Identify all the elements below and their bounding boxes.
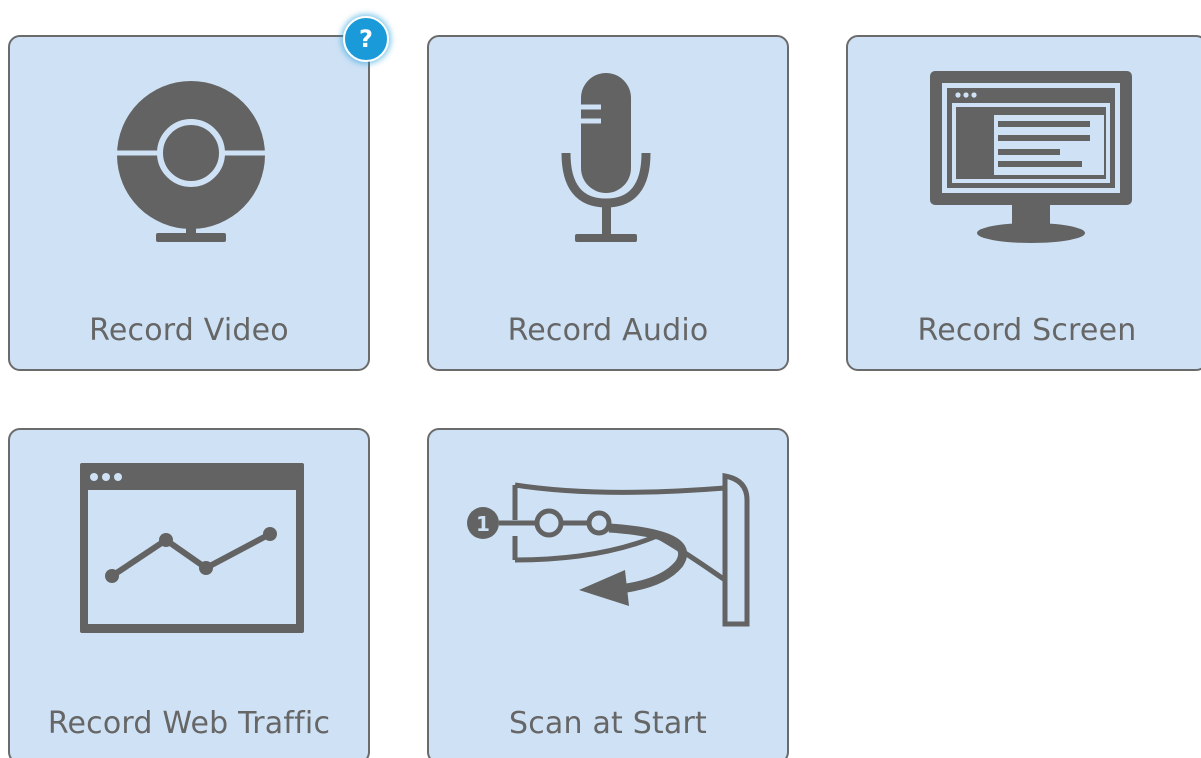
recording-options-panel: Record Video Record Audio Record Screen … [0, 0, 1201, 758]
scan-at-start-label: Scan at Start [508, 706, 708, 741]
record-video-label: Record Video [89, 313, 289, 348]
record-video-tile[interactable]: Record Video [8, 35, 370, 371]
record-audio-tile[interactable]: Record Audio [427, 35, 789, 371]
record-screen-label: Record Screen [917, 313, 1137, 348]
scan-at-start-tile[interactable]: 1 Scan at Start [427, 428, 789, 758]
scan-flow-icon: 1 [467, 473, 750, 627]
microphone-icon [561, 73, 651, 242]
monitor-icon [930, 71, 1132, 243]
svg-text:1: 1 [476, 512, 490, 536]
record-screen-tile[interactable]: Record Screen [846, 35, 1201, 371]
browser-chart-icon [80, 463, 304, 633]
record-audio-label: Record Audio [507, 313, 709, 348]
help-icon[interactable]: ? [343, 16, 389, 62]
record-web-traffic-tile[interactable]: Record Web Traffic [8, 428, 370, 758]
record-web-traffic-label: Record Web Traffic [47, 706, 331, 741]
webcam-icon [117, 81, 265, 242]
